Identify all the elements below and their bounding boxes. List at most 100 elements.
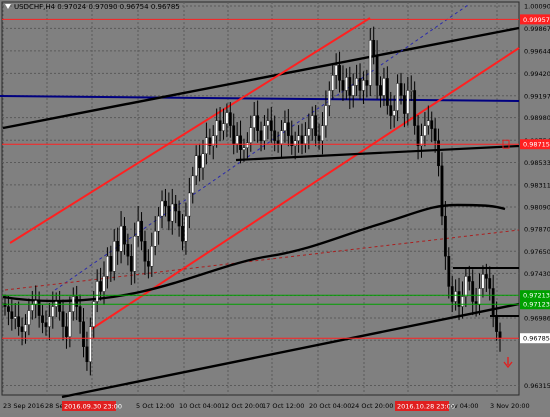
candle-body-79 bbox=[273, 130, 277, 141]
candle-body-131 bbox=[450, 286, 454, 302]
candle-body-105 bbox=[362, 80, 365, 91]
candle-body-36 bbox=[126, 244, 130, 257]
candle-body-111 bbox=[382, 78, 386, 96]
y-tick-label-3: 0.99420 bbox=[524, 70, 550, 78]
candle-body-110 bbox=[379, 85, 382, 96]
time-highlight-label-0: 2016.09.30 23:00 bbox=[64, 403, 122, 411]
candle-body-30 bbox=[106, 256, 109, 277]
candle-body-6 bbox=[24, 324, 27, 332]
candle-body-48 bbox=[167, 205, 171, 222]
chart[interactable]: USDCHF,H4 0.97024 0.97090 0.96754 0.9678… bbox=[0, 0, 550, 413]
candle-body-34 bbox=[119, 225, 123, 252]
candle-body-108 bbox=[372, 39, 376, 56]
candle-body-28 bbox=[99, 281, 102, 292]
candle-body-59 bbox=[205, 137, 208, 154]
candle-body-26 bbox=[92, 301, 96, 327]
x-tick-label-1: 28 Se bbox=[45, 402, 63, 410]
candle-body-19 bbox=[68, 311, 72, 337]
candle-body-88 bbox=[304, 135, 307, 144]
candle-body-129 bbox=[443, 215, 447, 257]
candle-body-1 bbox=[7, 306, 10, 312]
candle-body-97 bbox=[334, 65, 338, 76]
candle-body-134 bbox=[461, 296, 464, 307]
price-tag-label-0: 0.99957 bbox=[523, 16, 550, 24]
x-tick-label-0: 23 Sep 2016 bbox=[3, 402, 44, 410]
candle-body-5 bbox=[20, 326, 24, 332]
candle-body-75 bbox=[259, 130, 263, 141]
candle-body-142 bbox=[488, 278, 492, 289]
x-tick-label-9: 3 Nov 20:00 bbox=[490, 402, 530, 410]
candle-body-27 bbox=[95, 281, 99, 302]
candle-body-99 bbox=[341, 80, 345, 91]
candle-body-55 bbox=[191, 175, 195, 194]
candle-body-17 bbox=[61, 311, 65, 327]
candle-body-33 bbox=[116, 241, 120, 252]
candle-body-57 bbox=[198, 155, 201, 169]
y-tick-label-11: 0.97650 bbox=[524, 248, 550, 256]
candle-body-35 bbox=[123, 225, 126, 245]
candle-body-116 bbox=[399, 83, 403, 96]
candle-body-78 bbox=[269, 120, 273, 131]
y-tick-label-7: 0.98533 bbox=[524, 159, 550, 167]
price-tag-label-3: 0.97123 bbox=[523, 301, 550, 309]
candle-body-120 bbox=[413, 90, 417, 126]
candle-body-86 bbox=[297, 135, 300, 141]
candle-body-50 bbox=[174, 203, 178, 212]
candle-body-43 bbox=[150, 246, 154, 267]
symbol-header-text: USDCHF,H4 0.97024 0.97090 0.96754 0.9678… bbox=[14, 3, 180, 11]
y-tick-label-8: 0.98311 bbox=[524, 181, 550, 189]
candle-body-141 bbox=[484, 274, 488, 279]
candle-body-95 bbox=[327, 90, 331, 106]
candle-body-96 bbox=[331, 75, 335, 91]
candle-body-112 bbox=[385, 78, 389, 106]
candle-body-77 bbox=[266, 120, 270, 126]
chart-svg[interactable]: USDCHF,H4 0.97024 0.97090 0.96754 0.9678… bbox=[0, 0, 550, 413]
candle-body-103 bbox=[355, 78, 359, 86]
candle-body-137 bbox=[471, 281, 475, 302]
y-tick-label-4: 0.99197 bbox=[524, 92, 550, 100]
candle-body-64 bbox=[222, 123, 225, 131]
candle-body-101 bbox=[348, 77, 352, 96]
candle-body-23 bbox=[82, 321, 85, 347]
candle-body-69 bbox=[239, 135, 242, 150]
candle-body-13 bbox=[47, 316, 51, 327]
candle-body-21 bbox=[75, 296, 79, 307]
time-highlight-label-1: 2016.10.28 23:00 bbox=[397, 403, 455, 411]
y-tick-label-9: 0.98090 bbox=[524, 204, 550, 212]
candle-body-10 bbox=[37, 300, 41, 316]
candle-body-65 bbox=[225, 112, 229, 124]
candle-body-143 bbox=[491, 288, 495, 317]
candle-body-3 bbox=[13, 316, 17, 319]
candle-body-80 bbox=[276, 140, 280, 144]
x-tick-label-2: 5 Oct 12:00 bbox=[136, 402, 174, 410]
candle-body-32 bbox=[112, 241, 116, 272]
candle-body-8 bbox=[30, 304, 34, 311]
candle-body-70 bbox=[242, 147, 246, 150]
y-tick-label-2: 0.99644 bbox=[524, 47, 550, 55]
candle-body-93 bbox=[321, 125, 324, 141]
candle-body-37 bbox=[129, 256, 133, 272]
candle-body-44 bbox=[153, 230, 157, 247]
candle-body-82 bbox=[283, 122, 287, 131]
candle-body-87 bbox=[300, 135, 304, 144]
candle-body-11 bbox=[41, 315, 44, 323]
candle-body-67 bbox=[232, 125, 236, 144]
candle-body-31 bbox=[109, 256, 113, 272]
candle-body-51 bbox=[177, 210, 181, 227]
candle-body-71 bbox=[245, 142, 249, 148]
candle-body-115 bbox=[396, 83, 399, 111]
x-tick-label-6: 20 Oct 04:00 bbox=[309, 402, 351, 410]
candle-body-38 bbox=[133, 235, 137, 272]
candle-body-73 bbox=[252, 115, 256, 128]
candle-body-46 bbox=[160, 200, 164, 217]
candle-body-125 bbox=[430, 120, 434, 129]
candle-body-102 bbox=[351, 85, 355, 96]
candle-body-107 bbox=[368, 39, 372, 86]
candle-body-106 bbox=[365, 80, 369, 86]
candle-body-132 bbox=[454, 291, 458, 302]
y-tick-label-16: 0.96315 bbox=[524, 382, 550, 390]
candle-body-66 bbox=[228, 112, 232, 126]
candle-body-100 bbox=[344, 77, 348, 91]
candle-body-74 bbox=[256, 115, 260, 131]
chart-background bbox=[0, 0, 550, 413]
